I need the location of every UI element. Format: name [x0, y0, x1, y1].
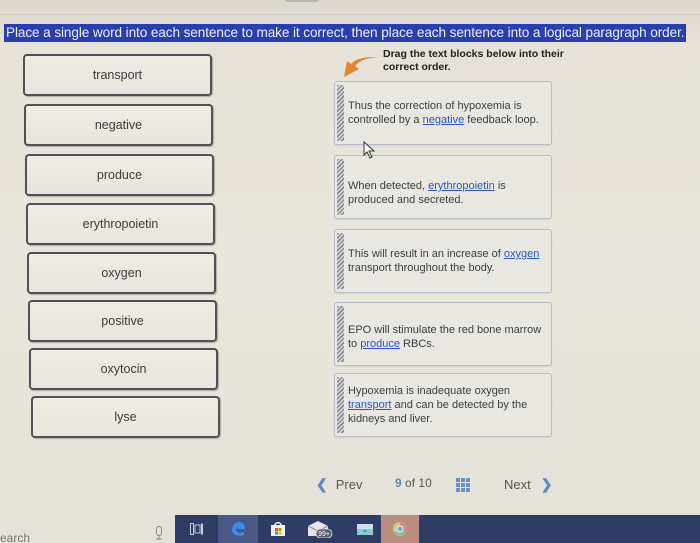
mouse-cursor-icon	[363, 141, 376, 159]
sentence-block[interactable]: When detected, erythropoietin is produce…	[334, 155, 552, 219]
blank-word[interactable]: oxygen	[504, 248, 539, 260]
word-tile[interactable]: lyse	[31, 396, 220, 438]
top-tab	[283, 0, 321, 2]
word-tile[interactable]: erythropoietin	[26, 203, 215, 245]
total-pages: 10	[418, 476, 432, 490]
arrow-icon	[344, 57, 378, 77]
sentence-text: This will result in an increase of oxyge…	[348, 248, 540, 274]
store-button[interactable]	[258, 515, 298, 543]
blank-word[interactable]: produce	[360, 338, 400, 350]
mail-badge: 99+	[318, 531, 330, 538]
word-tile[interactable]: oxytocin	[29, 348, 218, 390]
sentence-text: EPO will stimulate the red bone marrow t…	[348, 324, 542, 351]
drag-handle[interactable]	[337, 85, 344, 141]
word-tile[interactable]: negative	[24, 104, 213, 146]
question-grid-icon[interactable]	[456, 478, 470, 492]
sentence-block[interactable]: Hypoxemia is inadequate oxygen transport…	[334, 373, 552, 437]
page-indicator: 9 of 10	[395, 476, 432, 490]
edge-button[interactable]	[218, 515, 258, 543]
drag-handle[interactable]	[337, 377, 344, 433]
sentence-block[interactable]: EPO will stimulate the red bone marrow t…	[334, 302, 552, 366]
prev-button[interactable]: ❮ Prev	[316, 476, 362, 493]
mail-icon: 99+	[307, 521, 333, 538]
drag-hint: Drag the text blocks below into their co…	[383, 48, 564, 73]
drag-handle[interactable]	[337, 306, 344, 362]
mail-button[interactable]: 99+	[302, 515, 342, 543]
drag-handle[interactable]	[337, 159, 344, 215]
word-tile[interactable]: oxygen	[27, 252, 216, 294]
next-button[interactable]: Next ❯	[504, 476, 552, 493]
top-divider	[0, 14, 700, 15]
sentence-text: When detected, erythropoietin is produce…	[348, 180, 506, 207]
file-explorer-button[interactable]	[345, 515, 385, 543]
chevron-left-icon: ❮	[316, 476, 328, 492]
blank-word[interactable]: transport	[348, 399, 391, 411]
edge-icon	[232, 522, 245, 536]
sentence-text: Hypoxemia is inadequate oxygen transport…	[348, 385, 528, 425]
taskbar-search-box[interactable]: earch	[0, 531, 30, 543]
sentence-block[interactable]: Thus the correction of hypoxemia is cont…	[334, 81, 552, 145]
next-label: Next	[504, 477, 531, 492]
of-label: of	[405, 476, 416, 490]
sentence-block[interactable]: This will result in an increase of oxyge…	[334, 229, 552, 293]
chrome-icon	[393, 522, 407, 536]
question-instruction: Place a single word into each sentence t…	[4, 24, 687, 42]
task-view-icon	[190, 523, 203, 535]
blank-word[interactable]: negative	[423, 114, 465, 126]
blank-word[interactable]: erythropoietin	[428, 180, 495, 192]
chrome-button[interactable]	[381, 515, 419, 543]
task-view-button[interactable]	[177, 515, 217, 543]
mic-icon[interactable]	[154, 526, 164, 540]
drag-handle[interactable]	[337, 233, 344, 289]
file-explorer-icon	[357, 524, 373, 535]
word-tile[interactable]: produce	[25, 154, 214, 196]
word-tile[interactable]: transport	[23, 54, 212, 96]
prev-label: Prev	[335, 477, 363, 492]
chevron-right-icon: ❯	[540, 476, 553, 492]
current-page: 9	[395, 476, 402, 490]
sentence-text: Thus the correction of hypoxemia is cont…	[348, 100, 539, 126]
word-tile[interactable]: positive	[28, 300, 217, 342]
store-icon	[271, 522, 285, 536]
